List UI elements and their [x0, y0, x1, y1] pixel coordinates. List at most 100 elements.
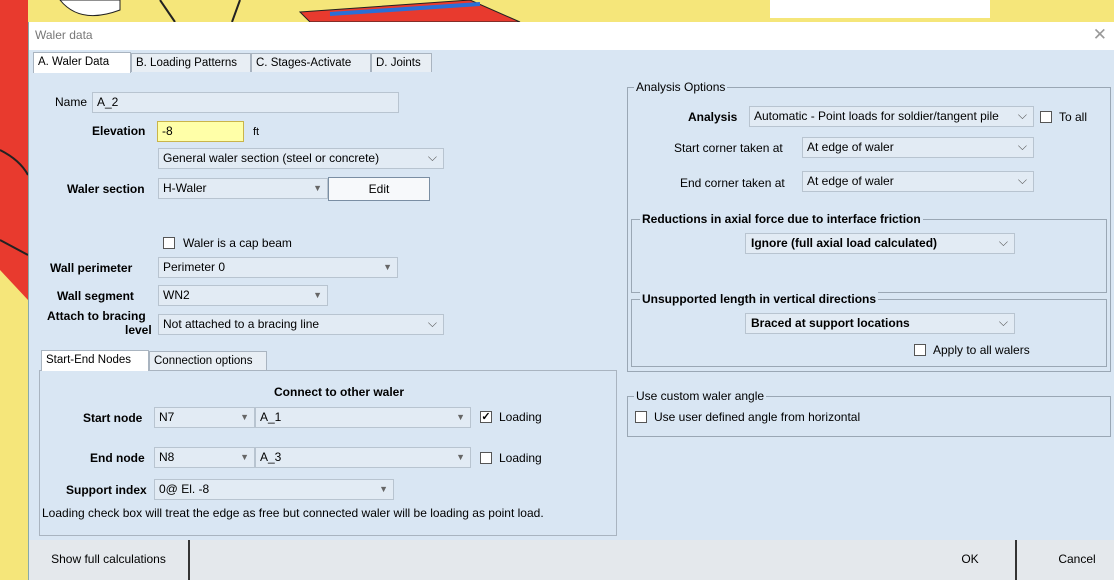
start-loading-label: Loading	[499, 410, 542, 424]
unsupported-length-select[interactable]: Braced at support locations ⌵	[745, 313, 1015, 334]
ok-button[interactable]: OK	[925, 540, 1017, 580]
chevron-down-icon: ⌵	[1017, 173, 1027, 187]
waler-data-dialog: Waler data ✕ A. Waler Data B. Loading Pa…	[28, 22, 1114, 580]
apply-all-walers-checkbox[interactable]	[914, 344, 926, 356]
wall-segment-value: WN2	[163, 288, 190, 302]
waler-section-select[interactable]: H-Waler ▼	[158, 178, 328, 199]
start-corner-label: Start corner taken at	[674, 141, 783, 155]
end-waler-value: A_3	[260, 450, 282, 464]
tab-connection-options[interactable]: Connection options	[149, 351, 267, 370]
to-all-checkbox[interactable]	[1040, 111, 1052, 123]
to-all-label: To all	[1059, 110, 1088, 124]
chevron-down-icon: ⌵	[1017, 139, 1027, 153]
dropdown-arrow-icon: ▼	[313, 290, 322, 300]
support-index-label: Support index	[66, 483, 147, 497]
end-corner-select[interactable]: At edge of waler ⌵	[802, 171, 1034, 192]
tab-waler-data[interactable]: A. Waler Data	[33, 52, 131, 73]
title-bar: Waler data ✕	[29, 22, 1114, 50]
reductions-value: Ignore (full axial load calculated)	[751, 236, 938, 250]
attach-bracing-value: Not attached to a bracing line	[163, 317, 320, 331]
tab-loading-patterns[interactable]: B. Loading Patterns	[131, 53, 251, 72]
name-input[interactable]: A_2	[92, 92, 399, 113]
chevron-down-icon: ⌵	[427, 316, 437, 330]
custom-angle-group: Use custom waler angle Use user defined …	[627, 389, 1111, 437]
end-waler-select[interactable]: A_3 ▼	[255, 447, 471, 468]
reductions-title: Reductions in axial force due to interfa…	[640, 212, 923, 226]
attach-bracing-label-1: Attach to bracing	[47, 309, 146, 323]
support-index-value: 0@ El. -8	[159, 482, 210, 496]
start-node-select[interactable]: N7 ▼	[154, 407, 255, 428]
analysis-select[interactable]: Automatic - Point loads for soldier/tang…	[749, 106, 1034, 127]
name-label: Name	[55, 95, 88, 109]
section-type-value: General waler section (steel or concrete…	[163, 151, 380, 165]
cap-beam-checkbox[interactable]	[163, 237, 175, 249]
wall-segment-select[interactable]: WN2 ▼	[158, 285, 328, 306]
cancel-button[interactable]: Cancel	[1039, 540, 1114, 580]
end-node-select[interactable]: N8 ▼	[154, 447, 255, 468]
tab-stages-activate[interactable]: C. Stages-Activate	[251, 53, 371, 72]
analysis-value: Automatic - Point loads for soldier/tang…	[754, 109, 999, 123]
wall-perimeter-select[interactable]: Perimeter 0 ▼	[158, 257, 398, 278]
end-corner-value: At edge of waler	[807, 174, 894, 188]
tab-start-end-nodes[interactable]: Start-End Nodes	[41, 350, 149, 371]
window-title: Waler data	[35, 28, 93, 42]
wall-perimeter-label: Wall perimeter	[50, 261, 133, 275]
unsupported-length-value: Braced at support locations	[751, 316, 910, 330]
analysis-options-title: Analysis Options	[634, 80, 728, 94]
attach-bracing-label-2: level	[125, 323, 152, 337]
dropdown-arrow-icon: ▼	[240, 452, 249, 462]
start-loading-checkbox[interactable]: ✓	[480, 411, 492, 423]
apply-all-walers-label: Apply to all walers	[933, 343, 1030, 357]
analysis-options-group: Analysis Options Analysis Automatic - Po…	[627, 80, 1111, 372]
start-corner-value: At edge of waler	[807, 140, 894, 154]
custom-angle-title: Use custom waler angle	[634, 389, 767, 403]
attach-bracing-select[interactable]: Not attached to a bracing line ⌵	[158, 314, 444, 335]
start-corner-select[interactable]: At edge of waler ⌵	[802, 137, 1034, 158]
elevation-unit: ft	[253, 126, 260, 138]
chevron-down-icon: ⌵	[427, 150, 437, 164]
start-waler-select[interactable]: A_1 ▼	[255, 407, 471, 428]
end-corner-label: End corner taken at	[680, 176, 785, 190]
start-end-nodes-panel: Connect to other waler Start node N7 ▼ A…	[39, 370, 617, 536]
waler-data-panel: Name A_2 Elevation -8 ft General waler s…	[33, 73, 621, 538]
tab-joints[interactable]: D. Joints	[371, 53, 432, 72]
wall-perimeter-value: Perimeter 0	[163, 260, 226, 274]
dropdown-arrow-icon: ▼	[456, 452, 465, 462]
chevron-down-icon: ⌵	[998, 315, 1008, 329]
waler-section-value: H-Waler	[163, 181, 207, 195]
custom-angle-checkbox[interactable]	[635, 411, 647, 423]
end-loading-checkbox[interactable]	[480, 452, 492, 464]
connect-header: Connect to other waler	[274, 385, 405, 399]
show-full-calculations-button[interactable]: Show full calculations	[29, 540, 190, 580]
reductions-select[interactable]: Ignore (full axial load calculated) ⌵	[745, 233, 1015, 254]
wall-segment-label: Wall segment	[57, 289, 134, 303]
custom-angle-label: Use user defined angle from horizontal	[654, 410, 861, 424]
dropdown-arrow-icon: ▼	[383, 262, 392, 272]
end-node-label: End node	[90, 451, 145, 465]
chevron-down-icon: ⌵	[998, 235, 1008, 249]
unsupported-length-group: Unsupported length in vertical direction…	[631, 292, 1107, 367]
elevation-label: Elevation	[92, 124, 146, 138]
elevation-input[interactable]: -8	[157, 121, 244, 142]
reductions-group: Reductions in axial force due to interfa…	[631, 212, 1107, 293]
start-waler-value: A_1	[260, 410, 282, 424]
analysis-label: Analysis	[688, 110, 738, 124]
edit-button[interactable]: Edit	[328, 177, 430, 201]
section-type-select[interactable]: General waler section (steel or concrete…	[158, 148, 444, 169]
start-node-label: Start node	[83, 411, 143, 425]
chevron-down-icon: ⌵	[1017, 108, 1027, 122]
end-node-value: N8	[159, 450, 175, 464]
end-loading-label: Loading	[499, 451, 542, 465]
dropdown-arrow-icon: ▼	[313, 183, 322, 193]
dropdown-arrow-icon: ▼	[240, 412, 249, 422]
loading-note: Loading check box will treat the edge as…	[42, 506, 544, 520]
support-index-select[interactable]: 0@ El. -8 ▼	[154, 479, 394, 500]
unsupported-length-title: Unsupported length in vertical direction…	[640, 292, 879, 306]
close-icon[interactable]: ✕	[1093, 25, 1107, 45]
waler-section-label: Waler section	[67, 182, 145, 196]
cap-beam-label: Waler is a cap beam	[183, 236, 292, 250]
dropdown-arrow-icon: ▼	[379, 484, 388, 494]
start-node-value: N7	[159, 410, 175, 424]
footer-bar: Show full calculations OK Cancel	[29, 540, 1114, 580]
dropdown-arrow-icon: ▼	[456, 412, 465, 422]
